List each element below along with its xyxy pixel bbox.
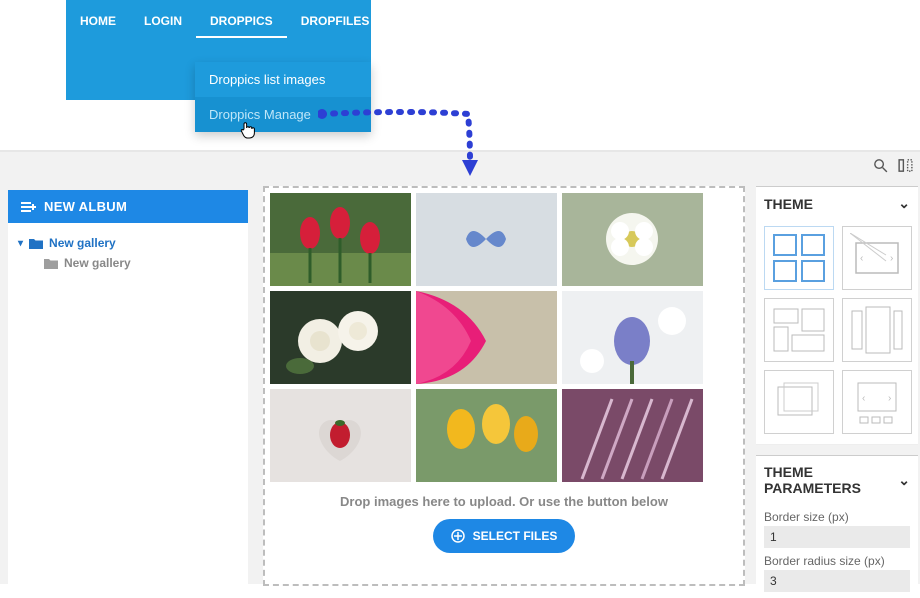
upload-icon	[451, 529, 465, 543]
thumb-blue-butterfly[interactable]	[416, 193, 557, 286]
gallery-panel[interactable]: Drop images here to upload. Or use the b…	[263, 186, 745, 586]
thumb-white-roses[interactable]	[270, 291, 411, 384]
svg-text:›: ›	[888, 393, 891, 404]
gallery-tree: ▾ New gallery New gallery	[8, 223, 248, 283]
nav-home[interactable]: HOME	[66, 6, 130, 38]
layout-split-icon[interactable]	[897, 157, 914, 174]
thumb-white-blossom[interactable]	[562, 193, 703, 286]
theme-option-slidepanel[interactable]	[842, 298, 912, 362]
new-album-label: NEW ALBUM	[44, 199, 127, 214]
theme-params-title: THEME PARAMETERS	[764, 464, 898, 496]
theme-params-header[interactable]: THEME PARAMETERS ⌄	[756, 456, 918, 504]
submenu-list-images[interactable]: Droppics list images	[195, 62, 371, 97]
chevron-down-icon: ▾	[18, 238, 23, 249]
theme-option-slider[interactable]: ‹›	[842, 226, 912, 290]
nav-login[interactable]: LOGIN	[130, 6, 196, 38]
new-album-icon	[20, 201, 36, 213]
thumb-strawberry[interactable]	[270, 389, 411, 482]
new-album-button[interactable]: NEW ALBUM	[8, 190, 248, 223]
tree-item-label: New gallery	[64, 256, 131, 270]
nav-dropfiles[interactable]: DROPFILES	[287, 6, 384, 38]
thumb-yellow-tulips[interactable]	[416, 389, 557, 482]
submenu-manage[interactable]: Droppics Manage	[195, 97, 371, 132]
nav-submenu: Droppics list images Droppics Manage	[195, 62, 371, 132]
search-icon[interactable]	[872, 157, 889, 174]
thumb-grass[interactable]	[562, 389, 703, 482]
nav-droppics[interactable]: DROPPICS	[196, 6, 287, 38]
folder-icon	[44, 258, 58, 269]
tree-item-label: New gallery	[49, 236, 116, 250]
sidebar: NEW ALBUM ▾ New gallery New gallery	[8, 190, 248, 586]
workspace: NEW ALBUM ▾ New gallery New gallery	[0, 150, 920, 584]
svg-text:‹: ‹	[860, 253, 863, 264]
param-label-border-radius: Border radius size (px)	[756, 548, 918, 570]
param-input-border-radius[interactable]	[764, 570, 910, 592]
theme-option-stack[interactable]	[764, 370, 834, 434]
chevron-down-icon: ⌄	[898, 472, 910, 489]
chevron-down-icon: ⌄	[898, 195, 910, 212]
select-files-button[interactable]: SELECT FILES	[433, 519, 576, 553]
theme-section-header[interactable]: THEME ⌄	[756, 187, 918, 220]
right-panel: THEME ⌄ ‹› ‹›	[756, 186, 918, 598]
folder-icon	[29, 238, 43, 249]
theme-option-masonry[interactable]	[764, 298, 834, 362]
svg-text:‹: ‹	[862, 393, 865, 404]
param-label-border-size: Border size (px)	[756, 504, 918, 526]
thumb-hyacinth[interactable]	[562, 291, 703, 384]
tree-item-child[interactable]: New gallery	[12, 253, 244, 273]
thumb-grid	[270, 193, 738, 482]
tree-item-root[interactable]: ▾ New gallery	[12, 233, 244, 253]
select-files-label: SELECT FILES	[473, 529, 558, 543]
drop-hint-text: Drop images here to upload. Or use the b…	[270, 494, 738, 509]
theme-title: THEME	[764, 196, 813, 212]
svg-text:›: ›	[890, 253, 893, 264]
param-input-border-size[interactable]	[764, 526, 910, 548]
theme-option-grid[interactable]	[764, 226, 834, 290]
thumb-pink-flower[interactable]	[416, 291, 557, 384]
theme-option-carousel[interactable]: ‹›	[842, 370, 912, 434]
thumb-red-tulips[interactable]	[270, 193, 411, 286]
